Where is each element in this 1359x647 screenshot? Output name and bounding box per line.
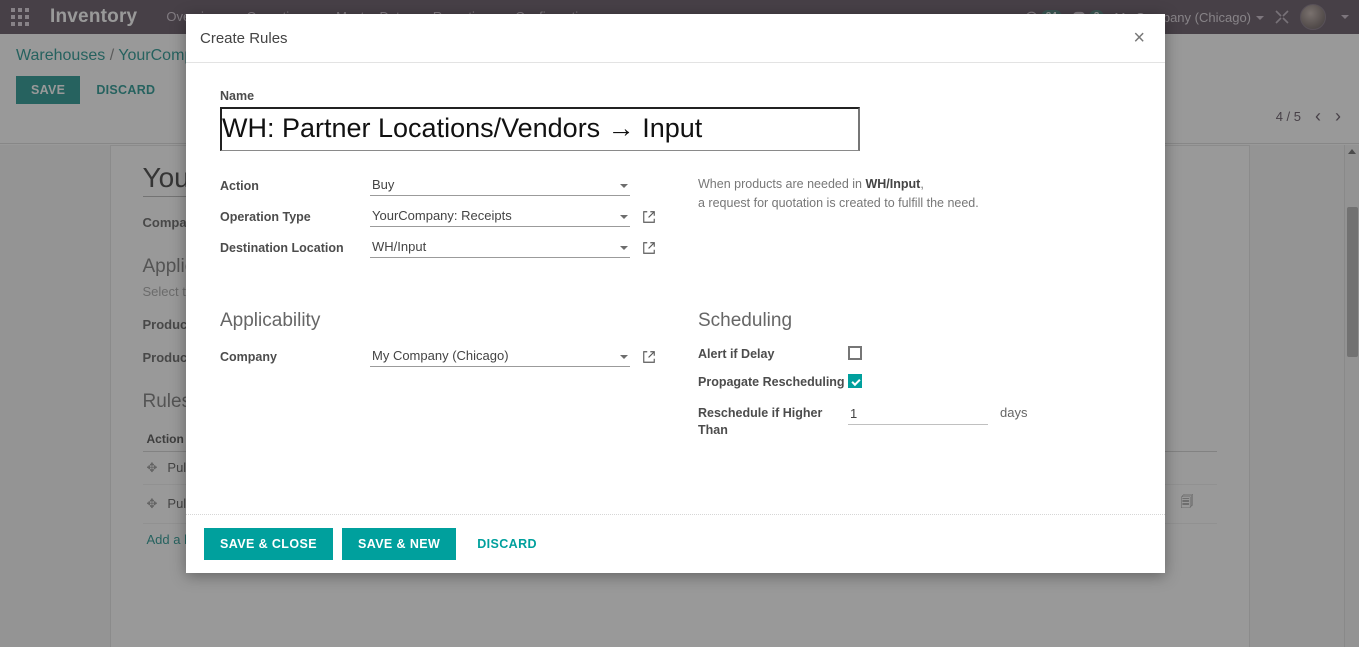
dialog-footer: SAVE & CLOSE SAVE & NEW DISCARD [186, 514, 1165, 573]
save-and-close-button[interactable]: SAVE & CLOSE [204, 528, 333, 560]
field-operation-type: Operation Type [220, 206, 690, 227]
note-line1-bold: WH/Input [865, 177, 921, 191]
note-line2: a request for quotation is created to fu… [698, 196, 979, 210]
left-fields-column: Action Operation Type [220, 175, 690, 268]
reschedule-if-higher-than-label: Reschedule if Higher Than [698, 406, 823, 437]
chevron-down-icon[interactable] [620, 355, 628, 359]
alert-if-delay-label: Alert if Delay [698, 347, 775, 361]
action-label: Action [220, 178, 259, 193]
dialog-header: Create Rules × [186, 14, 1165, 63]
alert-if-delay-checkbox[interactable] [848, 346, 862, 360]
destination-location-input[interactable] [370, 237, 630, 258]
field-reschedule-if-higher-than: Reschedule if Higher Than days [698, 405, 1131, 439]
applicability-heading: Applicability [220, 310, 321, 331]
action-control [370, 175, 630, 196]
action-select[interactable] [370, 175, 630, 196]
rule-explanation-column: When products are needed in WH/Input, a … [690, 175, 1131, 268]
dialog-title: Create Rules [200, 29, 288, 47]
destination-location-label: Destination Location [220, 240, 344, 255]
scheduling-heading: Scheduling [698, 310, 793, 331]
reschedule-days-unit: days [1000, 405, 1028, 420]
external-link-icon[interactable] [642, 350, 656, 364]
close-icon[interactable]: × [1127, 26, 1151, 50]
name-label: Name [220, 89, 255, 103]
external-link-icon[interactable] [642, 241, 656, 255]
field-alert-if-delay: Alert if Delay [698, 346, 1131, 363]
top-fields-row: Action Operation Type [220, 175, 1131, 268]
field-propagate-rescheduling: Propagate Rescheduling [698, 374, 1131, 391]
operation-type-input[interactable] [370, 206, 630, 227]
chevron-down-icon[interactable] [620, 184, 628, 188]
chevron-down-icon[interactable] [620, 215, 628, 219]
rule-explanation-note: When products are needed in WH/Input, a … [698, 175, 1131, 213]
destination-location-control [370, 237, 630, 258]
external-link-icon[interactable] [642, 210, 656, 224]
company-control [370, 346, 630, 367]
save-and-new-button[interactable]: SAVE & NEW [341, 528, 457, 560]
operation-type-control [370, 206, 630, 227]
settings-blocks: Applicability Company Scheduling Alert i… [220, 310, 1131, 450]
dialog-discard-button[interactable]: DISCARD [465, 528, 549, 560]
chevron-down-icon[interactable] [620, 246, 628, 250]
field-action: Action [220, 175, 690, 196]
field-destination-location: Destination Location [220, 237, 690, 258]
operation-type-label: Operation Type [220, 209, 311, 224]
field-company: Company [220, 346, 690, 367]
applicability-block: Applicability Company [220, 310, 690, 450]
name-input[interactable] [220, 107, 860, 151]
note-line1-pre: When products are needed in [698, 177, 866, 191]
note-line1-post: , [920, 177, 924, 191]
reschedule-days-input[interactable] [848, 405, 988, 425]
propagate-rescheduling-label: Propagate Rescheduling [698, 375, 845, 389]
dialog-body: Name Action Operation Type [186, 63, 1165, 514]
propagate-rescheduling-checkbox[interactable] [848, 374, 862, 388]
company-label: Company [220, 349, 277, 364]
create-rules-dialog: Create Rules × Name Action Operation Typ… [186, 14, 1165, 573]
company-input[interactable] [370, 346, 630, 367]
scheduling-block: Scheduling Alert if Delay Propagate Resc… [690, 310, 1131, 450]
